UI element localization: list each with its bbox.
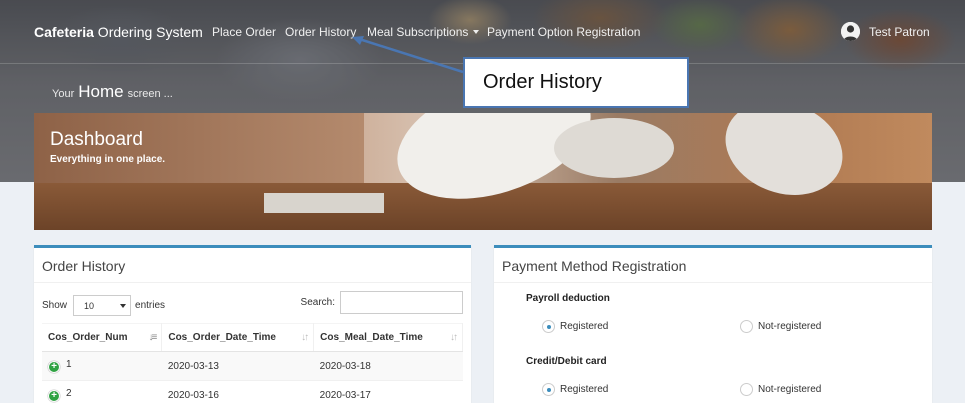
sort-ascending-icon: ↓≡ xyxy=(148,332,158,343)
credit-debit-card-group: Credit/Debit card xyxy=(526,356,607,367)
chevron-down-icon xyxy=(120,303,127,308)
payroll-deduction-options: Registered Not-registered xyxy=(542,320,882,333)
table-search: Search: xyxy=(301,291,463,314)
payroll-registered-radio[interactable]: Registered xyxy=(542,320,608,333)
sort-icon: ↓↑ xyxy=(450,332,458,343)
column-header[interactable]: Cos_Order_Date_Time ↓↑ xyxy=(161,323,315,352)
table-controls: Show 10 entries Search: xyxy=(34,283,471,323)
entries-select[interactable]: 10 xyxy=(73,295,132,316)
nav-payment-option-registration[interactable]: Payment Option Registration xyxy=(487,25,640,39)
avatar xyxy=(841,22,860,41)
payment-method-panel: Payment Method Registration Payroll dedu… xyxy=(494,245,932,403)
payroll-not-registered-radio[interactable]: Not-registered xyxy=(740,320,821,333)
sort-icon: ↓↑ xyxy=(301,332,309,343)
expand-plus-icon[interactable]: + xyxy=(48,361,60,373)
table-row[interactable]: +1 2020-03-13 2020-03-18 xyxy=(42,351,463,381)
navbar: Cafeteria Ordering System Place Order Or… xyxy=(0,0,965,64)
credit-debit-card-options: Registered Not-registered xyxy=(542,383,882,396)
caret-down-icon xyxy=(473,30,480,34)
nav-place-order[interactable]: Place Order xyxy=(212,25,276,39)
order-history-callout: Order History xyxy=(463,57,689,108)
column-header[interactable]: Cos_Meal_Date_Time ↓↑ xyxy=(313,323,463,352)
order-history-panel: Order History Show 10 entries Search: Co… xyxy=(34,245,471,403)
payment-method-title: Payment Method Registration xyxy=(494,248,932,283)
dashboard-banner: Dashboard Everything in one place. xyxy=(34,113,932,230)
card-not-registered-radio[interactable]: Not-registered xyxy=(740,383,821,396)
entries-length-control: Show 10 entries xyxy=(42,295,165,316)
user-name: Test Patron xyxy=(869,24,930,39)
order-history-table: Cos_Order_Num ↓≡ Cos_Order_Date_Time ↓↑ Co… xyxy=(42,323,463,403)
nav-meal-subscriptions[interactable]: Meal Subscriptions xyxy=(367,25,480,39)
credit-debit-card-label: Credit/Debit card xyxy=(526,356,607,367)
home-screen-label: Your Home screen ... xyxy=(52,82,173,101)
column-header[interactable]: Cos_Order_Num ↓≡ xyxy=(42,323,163,352)
table-row[interactable]: +2 2020-03-16 2020-03-17 xyxy=(42,380,463,403)
order-history-title: Order History xyxy=(34,248,471,283)
dashboard-subtitle: Everything in one place. xyxy=(50,154,166,165)
user-menu[interactable]: Test Patron xyxy=(841,22,930,41)
payroll-deduction-group: Payroll deduction xyxy=(526,293,610,304)
dashboard-title: Dashboard xyxy=(50,129,143,150)
card-registered-radio[interactable]: Registered xyxy=(542,383,608,396)
expand-plus-icon[interactable]: + xyxy=(48,390,60,402)
brand-logo[interactable]: Cafeteria Ordering System xyxy=(34,24,203,40)
nav-order-history[interactable]: Order History xyxy=(285,25,356,39)
search-input[interactable] xyxy=(340,291,463,314)
payroll-deduction-label: Payroll deduction xyxy=(526,293,610,304)
